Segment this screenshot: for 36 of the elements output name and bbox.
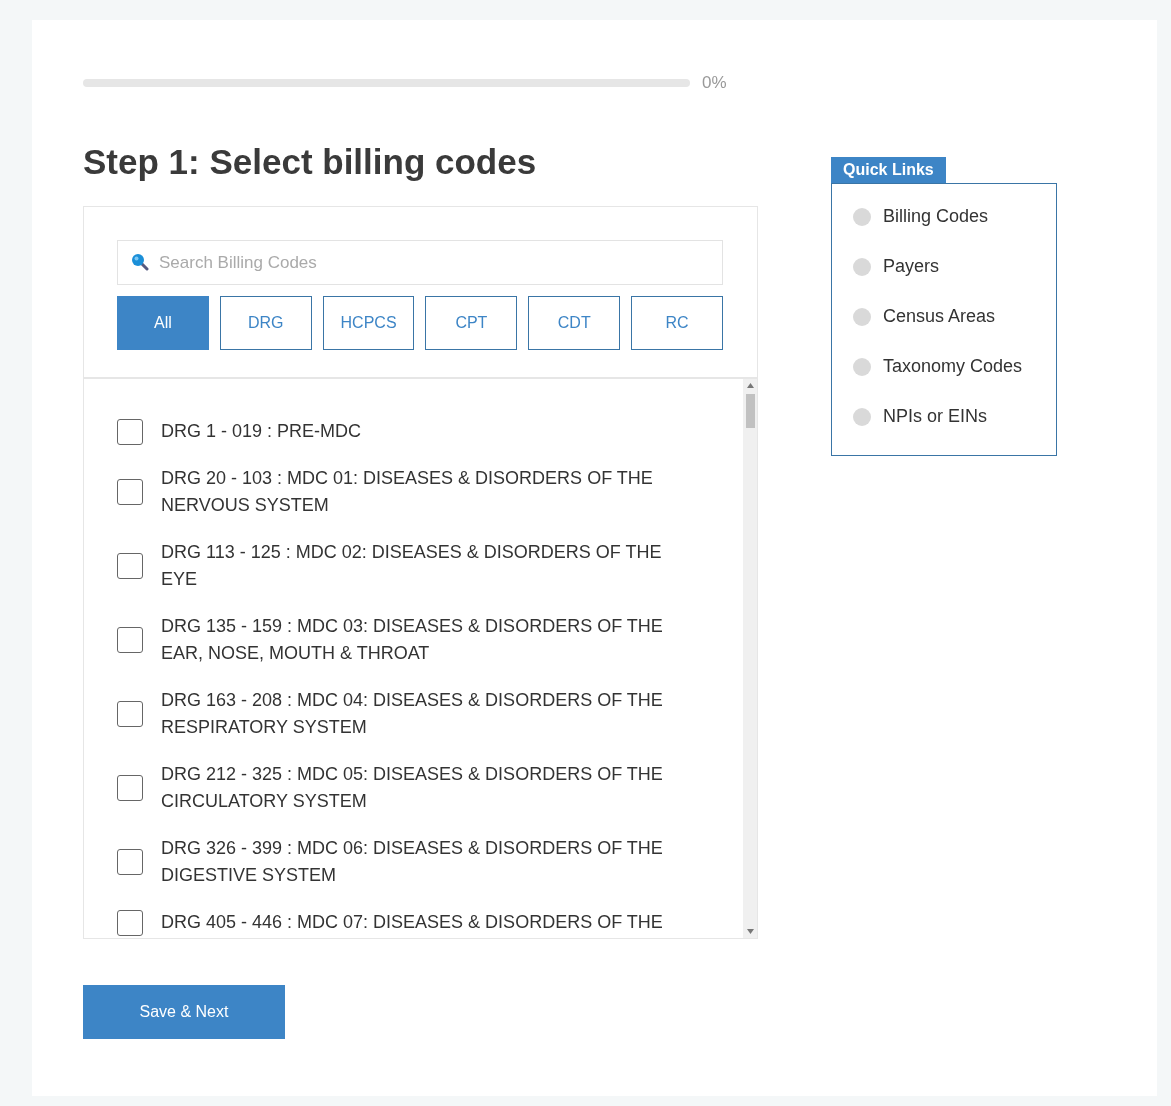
filter-tab[interactable]: RC [631,296,723,350]
checkbox[interactable] [117,849,143,875]
quick-links-title: Quick Links [831,157,946,183]
checkbox[interactable] [117,701,143,727]
checkbox[interactable] [117,553,143,579]
filter-tab[interactable]: CDT [528,296,621,350]
scroll-up-icon[interactable] [746,383,754,388]
save-next-button[interactable]: Save & Next [83,985,285,1039]
filter-tab[interactable]: DRG [219,296,312,350]
billing-code-label: DRG 405 - 446 : MDC 07: DISEASES & DISORDERS OF THE [161,911,663,934]
filter-tab[interactable]: All [117,296,209,350]
billing-code-label: DRG 326 - 399 : MDC 06: DISEASES & DISORDERS OF THE DIGESTIVE SYSTEM [161,837,664,887]
scrollbar[interactable] [743,379,757,938]
filter-tab[interactable]: CPT [425,296,518,350]
step-title: Step 1: Select billing codes [83,141,538,183]
quick-link[interactable]: Billing Codes [883,206,989,227]
billing-code-label: DRG 163 - 208 : MDC 04: DISEASES & DISORDERS OF THE RESPIRATORY SYSTEM [161,689,664,739]
scroll-down-icon[interactable] [746,929,754,934]
quick-link[interactable]: NPIs or EINs [883,406,988,427]
quick-link[interactable]: Payers [883,256,940,277]
checkbox[interactable] [117,479,143,505]
progress-percent: 0% [702,73,727,93]
billing-code-label: DRG 113 - 125 : MDC 02: DISEASES & DISORDERS OF THE EYE [161,541,663,591]
billing-code-label: DRG 212 - 325 : MDC 05: DISEASES & DISORDERS OF THE CIRCULATORY SYSTEM [161,763,664,813]
quick-link[interactable]: Census Areas [883,306,996,327]
checkbox[interactable] [117,909,143,936]
billing-code-label: DRG 20 - 103 : MDC 01: DISEASES & DISORDERS OF THE NERVOUS SYSTEM [161,467,654,517]
checkbox[interactable] [117,418,143,445]
checkbox[interactable] [117,627,143,653]
quick-link[interactable]: Taxonomy Codes [883,356,1023,377]
filter-tab[interactable]: HCPCS [322,296,415,350]
billing-code-label: DRG 1 - 019 : PRE-MDC [161,420,362,443]
billing-code-label: DRG 135 - 159 : MDC 03: DISEASES & DISORDERS OF THE EAR, NOSE, MOUTH & THROAT [161,615,664,665]
scrollbar-thumb[interactable] [745,394,755,428]
search-field[interactable]: Search Billing Codes [117,240,723,285]
checkbox[interactable] [117,775,143,801]
